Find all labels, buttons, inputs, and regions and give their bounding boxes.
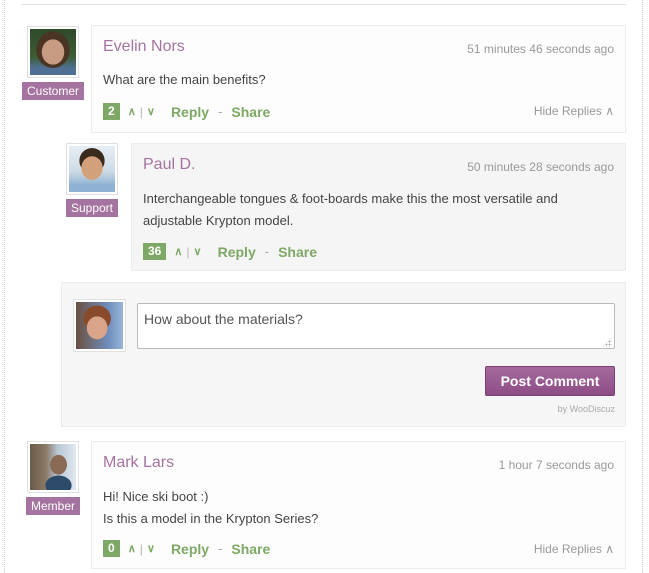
role-badge: Member (25, 497, 80, 515)
action-separator: - (264, 244, 270, 259)
vote-separator: | (139, 541, 143, 556)
reply-card: Paul D. 50 minutes 28 seconds ago Interc… (131, 143, 626, 271)
vote-up-icon[interactable]: ∧ (128, 105, 136, 118)
powered-by-label[interactable]: by WooDiscuz (558, 404, 615, 414)
hide-replies-toggle[interactable]: Hide Replies ∧ (534, 542, 614, 556)
comment-author-block: Support (63, 143, 121, 217)
comment-text: What are the main benefits? (103, 69, 266, 91)
vote-count: 0 (103, 540, 120, 557)
comment-text-line: Is this a model in the Krypton Series? (103, 511, 319, 526)
share-link[interactable]: Share (231, 104, 270, 120)
role-badge: Customer (21, 82, 84, 100)
reply-link[interactable]: Reply (171, 104, 209, 120)
comment-text: Hi! Nice ski boot :) Is this a model in … (103, 486, 318, 530)
vote-count: 2 (103, 103, 120, 120)
vote-separator: | (186, 244, 190, 259)
avatar (27, 441, 79, 493)
share-link[interactable]: Share (231, 541, 270, 557)
current-user-avatar (73, 299, 126, 352)
avatar (66, 143, 118, 195)
share-link[interactable]: Share (278, 244, 317, 260)
left-dotted-border (4, 0, 5, 573)
action-separator: - (218, 541, 223, 556)
vote-up-icon[interactable]: ∧ (128, 542, 136, 555)
comment-time: 51 minutes 46 seconds ago (467, 42, 614, 56)
right-dotted-border (642, 0, 643, 573)
comment-card: Mark Lars 1 hour 7 seconds ago Hi! Nice … (91, 441, 626, 569)
reply-textarea[interactable]: How about the materials? (137, 303, 615, 349)
comment-text-line: Hi! Nice ski boot :) (103, 489, 209, 504)
comment-text-line: Interchangeable tongues & foot-boards ma… (143, 191, 558, 206)
comment-text: Interchangeable tongues & foot-boards ma… (143, 188, 558, 232)
comment-author[interactable]: Mark Lars (103, 454, 174, 472)
hide-replies-toggle[interactable]: Hide Replies ∧ (534, 104, 614, 118)
avatar (27, 26, 79, 78)
post-comment-button[interactable]: Post Comment (485, 366, 615, 396)
reply-link[interactable]: Reply (218, 244, 256, 260)
comment-text-line: adjustable Krypton model. (143, 213, 294, 228)
vote-separator: | (139, 104, 143, 119)
role-badge: Support (65, 199, 119, 217)
comment-time: 50 minutes 28 seconds ago (467, 160, 614, 174)
comment-actions: 2 ∧ | ∨ Reply - Share (103, 103, 270, 120)
comment-author-block: Customer (21, 26, 85, 100)
comment-author-block: Member (21, 441, 85, 515)
top-divider (21, 4, 626, 5)
comment-author[interactable]: Evelin Nors (103, 38, 185, 56)
vote-down-icon[interactable]: ∨ (194, 245, 202, 258)
reply-form: How about the materials? Post Comment by… (61, 282, 626, 427)
comment-actions: 0 ∧ | ∨ Reply - Share (103, 540, 270, 557)
comment-actions: 36 ∧ | ∨ Reply - Share (143, 243, 317, 260)
reply-link[interactable]: Reply (171, 541, 209, 557)
comment-author[interactable]: Paul D. (143, 156, 195, 174)
vote-down-icon[interactable]: ∨ (147, 105, 155, 118)
vote-up-icon[interactable]: ∧ (174, 245, 182, 258)
vote-count: 36 (143, 243, 167, 260)
comment-text-line: What are the main benefits? (103, 72, 266, 87)
action-separator: - (218, 104, 223, 119)
vote-down-icon[interactable]: ∨ (147, 542, 155, 555)
comment-time: 1 hour 7 seconds ago (498, 458, 614, 472)
comment-card: Evelin Nors 51 minutes 46 seconds ago Wh… (91, 25, 626, 133)
